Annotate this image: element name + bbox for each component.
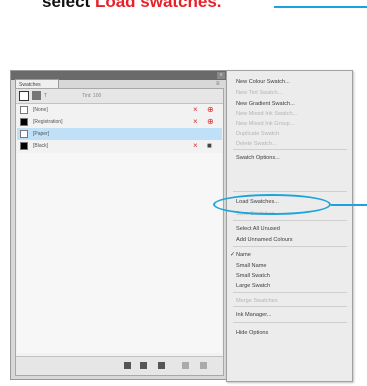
panel-bottom-bar: [16, 356, 223, 375]
menu-item-merge-swatches[interactable]: Merge Swatches: [227, 296, 352, 306]
no-edit-icon: ×: [193, 141, 198, 150]
show-color-swatches-icon[interactable]: [140, 362, 147, 369]
menu-item-select-all-unused[interactable]: Select All Unused: [227, 224, 352, 234]
menu-item-new-gradient-swatch[interactable]: New Gradient Swatch...: [227, 99, 352, 109]
swatch-row[interactable]: [Registration] × ⊕: [17, 116, 222, 128]
registration-icon: ⊕: [207, 105, 214, 114]
menu-item-swatch-options[interactable]: Swatch Options...: [227, 153, 352, 163]
show-gradient-swatches-icon[interactable]: [158, 362, 165, 369]
menu-item-large-swatch[interactable]: Large Swatch: [227, 281, 352, 291]
menu-item-label: Ink Manager...: [236, 312, 272, 318]
highlight-oval: [213, 194, 331, 215]
menu-separator: [233, 246, 347, 247]
menu-item-duplicate-swatch[interactable]: Duplicate Swatch: [227, 129, 352, 139]
swatch-name: [None]: [33, 107, 48, 113]
caption-text: select Load swatches.: [42, 0, 222, 12]
panel-toolbar: T Tint: 100: [16, 89, 223, 104]
swatch-chip: [20, 118, 28, 126]
new-swatch-icon[interactable]: [182, 362, 189, 369]
menu-item-add-unnamed-colours[interactable]: Add Unnamed Colours: [227, 235, 352, 245]
menu-separator: [233, 292, 347, 293]
menu-separator: [233, 306, 347, 307]
menu-item-name[interactable]: ✓ Name: [227, 250, 352, 260]
swatch-chip: [20, 106, 28, 114]
menu-separator: [233, 322, 347, 323]
menu-item-label: Add Unnamed Colours: [236, 237, 293, 243]
swatch-name: [Paper]: [33, 131, 50, 137]
menu-item-small-name[interactable]: Small Name: [227, 261, 352, 271]
swatch-row[interactable]: [Black] × ■: [17, 140, 222, 152]
menu-item-label: Swatch Options...: [236, 155, 280, 161]
collapse-icon[interactable]: «: [217, 72, 225, 79]
swatches-panel: « Swatches ≡ T Tint: 100 [None] × ⊕ [Regist…: [10, 70, 228, 380]
empty-list-area: [17, 153, 222, 353]
menu-separator: [233, 191, 347, 192]
tint-field[interactable]: Tint: 100: [82, 93, 130, 99]
formatting-container-icon[interactable]: [32, 91, 41, 100]
swatch-name: [Black]: [33, 143, 49, 149]
delete-swatch-icon[interactable]: [200, 362, 207, 369]
checkmark-icon: ✓: [230, 252, 236, 258]
fill-stroke-icon[interactable]: [19, 91, 29, 101]
swatch-row[interactable]: [None] × ⊕: [17, 104, 222, 116]
menu-item-hide-options[interactable]: Hide Options: [227, 328, 352, 338]
menu-item-delete-swatch[interactable]: Delete Swatch...: [227, 139, 352, 149]
no-edit-icon: ×: [193, 105, 198, 114]
menu-item-label: Delete Swatch...: [236, 141, 277, 147]
panel-menu-icon[interactable]: ≡: [216, 81, 224, 87]
menu-item-label: Large Swatch: [236, 283, 271, 289]
swatch-name: [Registration]: [33, 119, 63, 125]
menu-item-label: New Mixed Ink Swatch...: [236, 111, 298, 117]
menu-item-ink-manager[interactable]: Ink Manager...: [227, 310, 352, 320]
caption-prefix: select: [42, 0, 95, 11]
no-edit-icon: ×: [193, 117, 198, 126]
menu-item-label: New Tint Swatch...: [236, 90, 283, 96]
caption-pointer-line: [274, 6, 367, 8]
swatch-chip: [20, 142, 28, 150]
menu-item-label: New Colour Swatch...: [236, 79, 290, 85]
menu-item-label: Merge Swatches: [236, 298, 278, 304]
menu-item-label: Small Swatch: [236, 273, 270, 279]
color-mode-icon: ■: [207, 141, 212, 150]
panel-flyout-menu: New Colour Swatch... New Tint Swatch... Ne…: [226, 70, 353, 382]
menu-item-new-tint-swatch[interactable]: New Tint Swatch...: [227, 88, 352, 98]
menu-item-new-mixed-ink-swatch[interactable]: New Mixed Ink Swatch...: [227, 109, 352, 119]
swatch-chip: [20, 130, 28, 138]
caption-highlight: Load swatches.: [94, 0, 222, 11]
menu-item-label: Small Name: [236, 263, 267, 269]
swatches-list-area: T Tint: 100 [None] × ⊕ [Registration] × ⊕ [Pap…: [15, 88, 224, 376]
menu-separator: [233, 220, 347, 221]
menu-item-label: New Mixed Ink Group...: [236, 121, 295, 127]
menu-item-label: Hide Options: [236, 330, 269, 336]
show-swatches-icon[interactable]: [124, 362, 131, 369]
menu-item-new-mixed-ink-group[interactable]: New Mixed Ink Group...: [227, 119, 352, 129]
menu-separator: [233, 149, 347, 150]
menu-item-label: Name: [236, 252, 251, 258]
menu-item-small-swatch[interactable]: Small Swatch: [227, 271, 352, 281]
menu-item-label: Select All Unused: [236, 226, 280, 232]
instruction-caption: select Load swatches.: [0, 0, 367, 20]
highlight-pointer-line: [331, 204, 367, 206]
menu-item-label: New Gradient Swatch...: [236, 101, 295, 107]
menu-item-label: Duplicate Swatch: [236, 131, 280, 137]
formatting-text-icon[interactable]: T: [44, 93, 60, 99]
registration-icon: ⊕: [207, 117, 214, 126]
swatch-row[interactable]: [Paper]: [17, 128, 222, 140]
menu-item-new-colour-swatch[interactable]: New Colour Swatch...: [227, 77, 352, 87]
